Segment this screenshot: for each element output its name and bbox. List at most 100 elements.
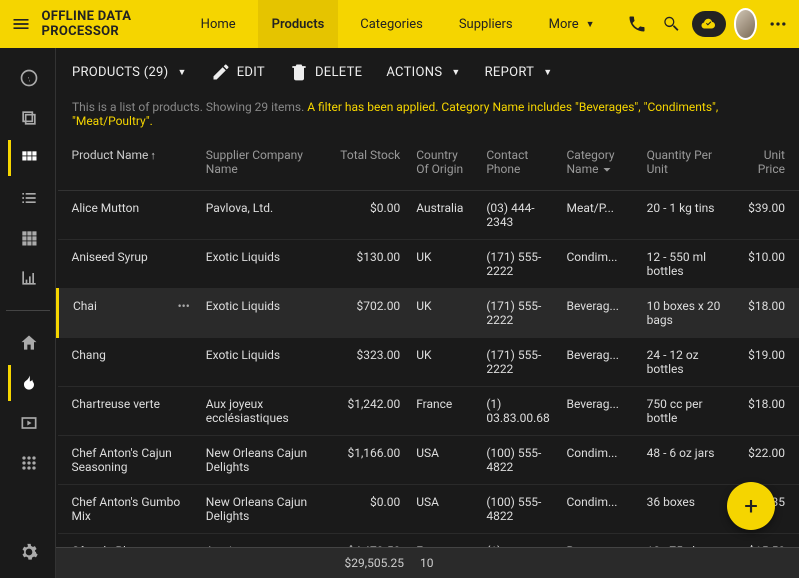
search-icon[interactable] bbox=[658, 6, 684, 42]
col-qpu[interactable]: Quantity Per Unit bbox=[639, 140, 729, 191]
nav-categories[interactable]: Categories bbox=[346, 0, 437, 48]
col-supplier[interactable]: Supplier Company Name bbox=[198, 140, 328, 191]
col-product-name[interactable]: Product Name↑ bbox=[58, 140, 198, 191]
sidebar-home-icon[interactable] bbox=[8, 325, 48, 361]
nav-more[interactable]: More ▼ bbox=[535, 0, 609, 48]
phone-icon[interactable] bbox=[625, 6, 651, 42]
cell-country: USA bbox=[408, 485, 478, 534]
row-actions-icon[interactable]: ••• bbox=[178, 299, 190, 313]
cell-stock: $323.00 bbox=[328, 338, 408, 387]
cell-price: $10.00 bbox=[729, 240, 799, 289]
filter-icon: ⏷ bbox=[600, 165, 610, 176]
footer-stock-total: $29,505.25 bbox=[332, 548, 412, 578]
cell-category: Beverag... bbox=[558, 338, 638, 387]
sidebar-grid2-icon[interactable] bbox=[8, 220, 48, 256]
nav-home[interactable]: Home bbox=[187, 0, 250, 48]
cell-price: $18.00 bbox=[729, 387, 799, 436]
table-row[interactable]: Chartreuse verteAux joyeux ecclésiastiqu… bbox=[58, 387, 799, 436]
cell-phone: (1) 03.83.00.68 bbox=[478, 387, 558, 436]
cell-phone: (03) 444-2343 bbox=[478, 191, 558, 240]
trash-icon bbox=[289, 62, 309, 82]
sidebar-info-icon[interactable] bbox=[8, 60, 48, 96]
cell-phone: (100) 555-4822 bbox=[478, 485, 558, 534]
cell-stock: $702.00 bbox=[328, 289, 408, 338]
cell-phone: (100) 555-4822 bbox=[478, 436, 558, 485]
cell-category: Beverag... bbox=[558, 534, 638, 548]
col-price[interactable]: Unit Price bbox=[729, 140, 799, 191]
col-category[interactable]: Category Name ⏷ bbox=[558, 140, 638, 191]
cell-country: France bbox=[408, 534, 478, 548]
chevron-down-icon: ▼ bbox=[177, 67, 186, 78]
sidebar-media-icon[interactable] bbox=[8, 405, 48, 441]
cell-price: $39.00 bbox=[729, 191, 799, 240]
cell-supplier: Exotic Liquids bbox=[198, 289, 328, 338]
cell-phone: (171) 555-2222 bbox=[478, 338, 558, 387]
cell-name: Chef Anton's Gumbo Mix bbox=[58, 485, 198, 534]
user-avatar[interactable] bbox=[734, 8, 758, 40]
actions-label: ACTIONS bbox=[386, 65, 442, 80]
table-row[interactable]: Aniseed SyrupExotic Liquids$130.00UK(171… bbox=[58, 240, 799, 289]
nav-suppliers[interactable]: Suppliers bbox=[445, 0, 527, 48]
cell-category: Meat/P... bbox=[558, 191, 638, 240]
nav-products[interactable]: Products bbox=[258, 0, 339, 48]
cell-qpu: 12 - 75 cl bottles bbox=[639, 534, 729, 548]
table-row[interactable]: Chef Anton's Cajun SeasoningNew Orleans … bbox=[58, 436, 799, 485]
cell-stock: $0.00 bbox=[328, 191, 408, 240]
cell-name: Chang bbox=[58, 338, 198, 387]
actions-dropdown[interactable]: ACTIONS▼ bbox=[386, 65, 460, 80]
products-dropdown[interactable]: PRODUCTS (29)▼ bbox=[72, 65, 187, 80]
sidebar-grid-icon[interactable] bbox=[8, 140, 48, 176]
table-row[interactable]: Côte de BlayeAux joyeux ecclésiastiques$… bbox=[58, 534, 799, 548]
overflow-icon[interactable] bbox=[765, 6, 791, 42]
sort-asc-icon: ↑ bbox=[150, 149, 156, 162]
cell-stock: $1,166.00 bbox=[328, 436, 408, 485]
nav-more-label: More bbox=[549, 17, 579, 32]
delete-label: DELETE bbox=[315, 65, 362, 80]
cell-qpu: 12 - 550 ml bottles bbox=[639, 240, 729, 289]
cell-price: $19.00 bbox=[729, 338, 799, 387]
cell-supplier: Exotic Liquids bbox=[198, 338, 328, 387]
cell-supplier: Pavlova, Ltd. bbox=[198, 191, 328, 240]
col-stock[interactable]: Total Stock bbox=[328, 140, 408, 191]
sidebar-chart-icon[interactable] bbox=[8, 260, 48, 296]
sidebar-trending-icon[interactable] bbox=[8, 365, 48, 401]
chevron-down-icon: ▼ bbox=[586, 19, 595, 30]
edit-button[interactable]: EDIT bbox=[211, 62, 265, 82]
cell-stock: $1,242.00 bbox=[328, 387, 408, 436]
report-dropdown[interactable]: REPORT▼ bbox=[485, 65, 553, 80]
col-country[interactable]: Country Of Origin bbox=[408, 140, 478, 191]
cell-stock: $130.00 bbox=[328, 240, 408, 289]
sidebar-settings-icon[interactable] bbox=[8, 534, 48, 570]
cell-qpu: 48 - 6 oz jars bbox=[639, 436, 729, 485]
cell-name: Aniseed Syrup bbox=[58, 240, 198, 289]
sidebar-list-icon[interactable] bbox=[8, 180, 48, 216]
cell-qpu: 24 - 12 oz bottles bbox=[639, 338, 729, 387]
sidebar-copy-icon[interactable] bbox=[8, 100, 48, 136]
table-row[interactable]: ChangExotic Liquids$323.00UK(171) 555-22… bbox=[58, 338, 799, 387]
table-row[interactable]: Alice MuttonPavlova, Ltd.$0.00Australia(… bbox=[58, 191, 799, 240]
footer-count: 10 bbox=[412, 548, 482, 578]
table-row[interactable]: Chef Anton's Gumbo MixNew Orleans Cajun … bbox=[58, 485, 799, 534]
cell-category: Condim... bbox=[558, 240, 638, 289]
cell-price: $18.00 bbox=[729, 289, 799, 338]
sidebar-apps-icon[interactable] bbox=[8, 445, 48, 481]
cell-stock: $0.00 bbox=[328, 485, 408, 534]
cell-category: Condim... bbox=[558, 436, 638, 485]
products-table: Product Name↑ Supplier Company Name Tota… bbox=[56, 140, 799, 547]
cell-phone: (171) 555-2222 bbox=[478, 289, 558, 338]
delete-button[interactable]: DELETE bbox=[289, 62, 362, 82]
col-phone[interactable]: Contact Phone bbox=[478, 140, 558, 191]
hamburger-icon[interactable] bbox=[8, 6, 34, 42]
table-row[interactable]: Chai•••Exotic Liquids$702.00UK(171) 555-… bbox=[58, 289, 799, 338]
cell-country: UK bbox=[408, 289, 478, 338]
add-fab[interactable]: + bbox=[727, 482, 775, 530]
cell-supplier: New Orleans Cajun Delights bbox=[198, 436, 328, 485]
cell-supplier: Exotic Liquids bbox=[198, 240, 328, 289]
cell-phone: (171) 555-2222 bbox=[478, 240, 558, 289]
cell-name: Alice Mutton bbox=[58, 191, 198, 240]
cell-qpu: 36 boxes bbox=[639, 485, 729, 534]
cloud-status-badge[interactable] bbox=[692, 11, 726, 37]
cell-price: $15.50 bbox=[729, 534, 799, 548]
pencil-icon bbox=[211, 62, 231, 82]
col-product-name-label: Product Name bbox=[72, 148, 149, 162]
